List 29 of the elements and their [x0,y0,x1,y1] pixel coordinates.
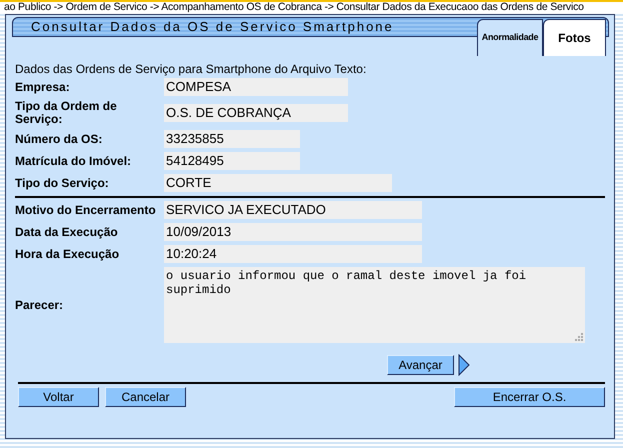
action-button[interactable]: Cancelar [105,387,186,407]
resize-grip-icon [574,332,583,341]
value-field: 33235855 [164,130,300,148]
tab[interactable]: Fotos [543,19,606,56]
field-label: Hora da Execução [15,246,120,263]
arrow-right-icon [458,354,470,376]
text-area: o usuario informou que o ramal deste imovel ja foi suprimido [164,267,585,343]
value-field: 54128495 [164,152,300,170]
action-button[interactable]: Voltar [18,387,99,407]
value-field: SERVICO JA EXECUTADO [164,201,422,219]
value-field: 10:20:24 [164,245,422,263]
action-button[interactable]: Avançar [387,355,454,375]
tab[interactable]: Anormalidade [477,19,543,56]
breadcrumb: ao Publico -> Ordem de Servico -> Acompanhamento OS de Cobranca -> Consultar Dados da Execucaoo das Ordens de Servico [3,2,584,13]
field-label: Parecer: [15,297,64,314]
action-button[interactable]: Encerrar O.S. [454,387,605,407]
value-field: 10/09/2013 [164,223,422,241]
field-label: Data da Execução [15,224,119,241]
value-field: O.S. DE COBRANÇA [164,104,348,122]
field-label: Número da OS: [15,132,104,146]
field-label: Tipo do Serviço: [15,176,110,190]
value-field: CORTE [164,174,392,192]
value-field: COMPESA [164,78,348,96]
field-label: Matrícula do Imóvel: [15,154,132,168]
field-label: Empresa: [15,80,71,94]
field-label: Motivo do Encerramento [15,202,157,219]
field-label: Tipo da Ordem de Serviço: [15,100,118,126]
page-title: Consultar Dados da OS de Servico Smartphone [31,18,394,36]
intro-text: Dados das Ordens de Serviço para Smartphone do Arquivo Texto: [15,62,368,76]
